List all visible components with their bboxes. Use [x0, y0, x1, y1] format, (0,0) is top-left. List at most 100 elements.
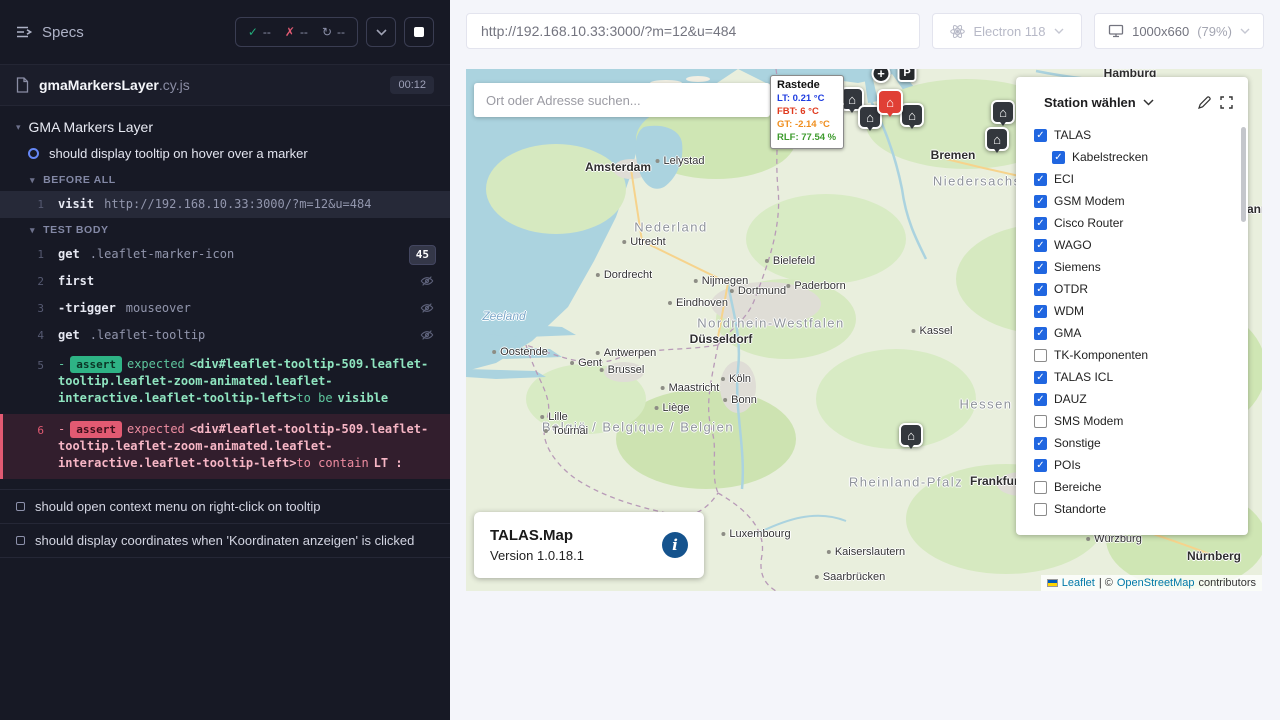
- pending-test-row[interactable]: should open context menu on right-click …: [0, 489, 450, 523]
- map-label-region: Hessen: [959, 397, 1012, 412]
- map-label-city: Köln: [721, 373, 751, 385]
- tooltip-row: GT: -2.14 °C: [777, 118, 837, 131]
- station-filter-sms-modem[interactable]: SMS Modem: [1034, 410, 1248, 432]
- station-filter-wdm[interactable]: ✓WDM: [1034, 300, 1248, 322]
- marker-icon: P: [898, 69, 917, 82]
- checkbox[interactable]: ✓: [1052, 151, 1065, 164]
- station-select[interactable]: Station wählen: [1044, 95, 1136, 110]
- running-test-icon: [28, 148, 39, 159]
- suite-gma-markers-layer[interactable]: ▾ GMA Markers Layer: [0, 112, 450, 142]
- station-filter-talas-icl[interactable]: ✓ TALAS ICL: [1034, 366, 1248, 388]
- command-get[interactable]: 1get.leaflet-marker-icon45: [0, 241, 450, 268]
- tooltip-row: RLF: 77.54 %: [777, 131, 837, 144]
- specs-menu-button[interactable]: Specs: [16, 24, 84, 41]
- osm-link[interactable]: OpenStreetMap: [1117, 577, 1195, 589]
- checkbox[interactable]: ✓: [1034, 327, 1047, 340]
- station-marker[interactable]: ⌂: [900, 103, 924, 127]
- checkbox[interactable]: [1034, 503, 1047, 516]
- station-filter-wago[interactable]: ✓WAGO: [1034, 234, 1248, 256]
- command-first[interactable]: 2first: [0, 268, 450, 295]
- spec-duration-badge: 00:12: [390, 76, 434, 94]
- station-filter-bereiche[interactable]: Bereiche: [1034, 476, 1248, 498]
- station-filter-gsm-modem[interactable]: ✓GSM Modem: [1034, 190, 1248, 212]
- station-filter-talas[interactable]: ✓TALAS: [1034, 124, 1248, 146]
- map-search-input[interactable]: [474, 93, 770, 108]
- url-bar[interactable]: http://192.168.10.33:3000/?m=12&u=484: [466, 13, 920, 49]
- viewport-selector[interactable]: 1000x660 (79%): [1094, 13, 1264, 49]
- info-icon[interactable]: i: [662, 532, 688, 558]
- assert-passed-row[interactable]: 5 -assertexpected<div#leaflet-tooltip-50…: [0, 349, 450, 414]
- map-label-city: Oostende: [492, 346, 548, 358]
- chevron-down-icon: [1240, 28, 1250, 34]
- assert-failed-row[interactable]: 6 -assertexpected<div#leaflet-tooltip-50…: [0, 414, 450, 479]
- checkbox[interactable]: ✓: [1034, 305, 1047, 318]
- collapse-all-button[interactable]: [366, 17, 396, 47]
- map-search-box[interactable]: [474, 83, 770, 117]
- panel-scrollbar[interactable]: [1241, 127, 1246, 222]
- checkbox[interactable]: [1034, 481, 1047, 494]
- hidden-eye-icon: [420, 301, 434, 319]
- checkbox[interactable]: ✓: [1034, 459, 1047, 472]
- checkbox[interactable]: [1034, 415, 1047, 428]
- active-test-row[interactable]: should display tooltip on hover over a m…: [0, 142, 450, 168]
- station-marker[interactable]: ⌂: [991, 100, 1015, 124]
- before-all-section[interactable]: ▾ BEFORE ALL: [0, 168, 450, 191]
- station-filter-tk-komponenten[interactable]: TK-Komponenten: [1034, 344, 1248, 366]
- command-visit[interactable]: 1visithttp://192.168.10.33:3000/?m=12&u=…: [0, 191, 450, 218]
- fullscreen-expand-icon[interactable]: [1219, 95, 1234, 110]
- map-label-major: Bremen: [931, 148, 976, 162]
- spec-file-icon: [16, 77, 29, 93]
- command-name: first: [58, 273, 94, 289]
- station-filter-eci[interactable]: ✓ECI: [1034, 168, 1248, 190]
- plus-marker[interactable]: +: [872, 69, 891, 83]
- station-filter-sonstige[interactable]: ✓Sonstige: [1034, 432, 1248, 454]
- test-body-section[interactable]: ▾ TEST BODY: [0, 218, 450, 241]
- checkbox[interactable]: ✓: [1034, 283, 1047, 296]
- leaflet-link[interactable]: Leaflet: [1062, 577, 1095, 589]
- stop-button[interactable]: [404, 17, 434, 47]
- app-root: Specs ✓-- ✗-- ↻-- gmaMar: [0, 0, 1280, 720]
- checkbox[interactable]: ✓: [1034, 261, 1047, 274]
- browser-selector[interactable]: Electron 118: [932, 13, 1082, 49]
- checkbox-label: TALAS ICL: [1054, 370, 1113, 384]
- station-filter-standorte[interactable]: Standorte: [1034, 498, 1248, 520]
- checkbox[interactable]: ✓: [1034, 129, 1047, 142]
- checkbox-label: GMA: [1054, 326, 1081, 340]
- map-application[interactable]: HamburgBremenHannoverGroningenLelystadAm…: [466, 69, 1262, 591]
- checkbox[interactable]: ✓: [1034, 173, 1047, 186]
- spec-file-row[interactable]: gmaMarkersLayer.cy.js 00:12: [0, 64, 450, 106]
- command-args: .leaflet-marker-icon: [90, 246, 406, 262]
- command-get[interactable]: 4get.leaflet-tooltip: [0, 322, 450, 349]
- checkbox[interactable]: [1034, 349, 1047, 362]
- station-filter-kabelstrecken[interactable]: ✓Kabelstrecken: [1034, 146, 1248, 168]
- checkbox[interactable]: ✓: [1034, 239, 1047, 252]
- station-filter-gma[interactable]: ✓ GMA: [1034, 322, 1248, 344]
- command-trigger[interactable]: 3-triggermouseover: [0, 295, 450, 322]
- map-label-region: Rheinland-Pfalz: [849, 475, 963, 490]
- pending-refresh-icon: ↻: [322, 25, 332, 39]
- chevron-down-icon[interactable]: [1143, 99, 1154, 106]
- pending-test-row[interactable]: should display coordinates when 'Koordin…: [0, 523, 450, 557]
- station-filter-siemens[interactable]: ✓Siemens: [1034, 256, 1248, 278]
- station-filter-dauz[interactable]: ✓DAUZ: [1034, 388, 1248, 410]
- checkbox[interactable]: ✓: [1034, 217, 1047, 230]
- command-args: .leaflet-tooltip: [90, 327, 406, 343]
- edit-pencil-icon[interactable]: [1197, 95, 1212, 110]
- checkbox[interactable]: ✓: [1034, 437, 1047, 450]
- specs-list-icon: [16, 25, 33, 39]
- selected-station-marker[interactable]: ⌂: [877, 89, 903, 115]
- map-label-city: Gent: [570, 357, 602, 369]
- map-label-region: Nederland: [634, 220, 708, 235]
- station-marker[interactable]: ⌂: [985, 127, 1009, 151]
- station-filter-pois[interactable]: ✓POIs: [1034, 454, 1248, 476]
- station-filter-cisco-router[interactable]: ✓Cisco Router: [1034, 212, 1248, 234]
- checkbox[interactable]: ✓: [1034, 195, 1047, 208]
- map-label-major: Amsterdam: [585, 160, 651, 174]
- checkbox[interactable]: ✓: [1034, 393, 1047, 406]
- station-panel-header: Station wählen: [1016, 77, 1248, 120]
- assert-badge: assert: [70, 421, 122, 438]
- station-marker[interactable]: ⌂: [899, 423, 923, 447]
- p-marker[interactable]: P: [898, 69, 917, 82]
- station-filter-otdr[interactable]: ✓OTDR: [1034, 278, 1248, 300]
- checkbox[interactable]: ✓: [1034, 371, 1047, 384]
